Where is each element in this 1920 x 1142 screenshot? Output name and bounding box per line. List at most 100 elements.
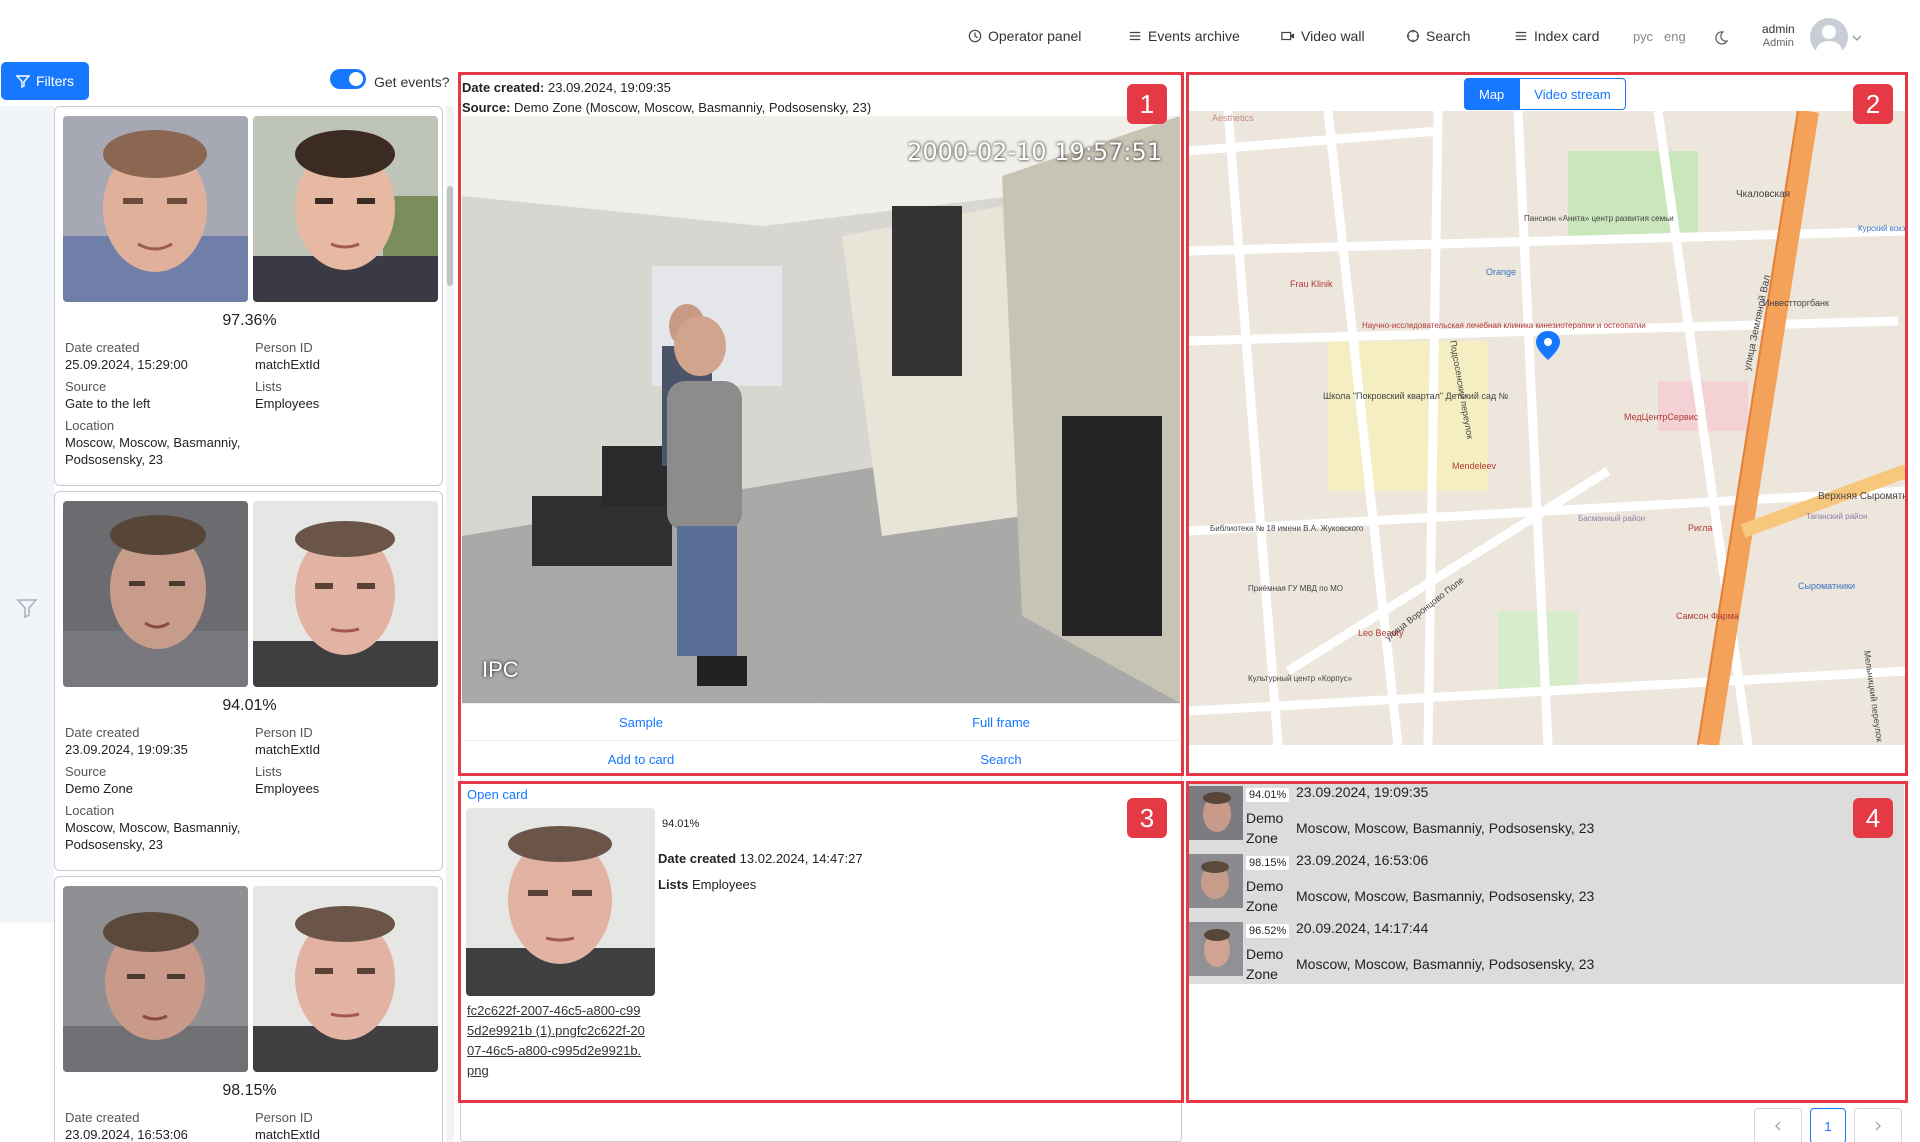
match-percent: 96.52%	[1246, 924, 1290, 938]
event-meta-right: Person ID matchExtId Lists Employees	[255, 339, 435, 412]
nav-index-card-label: Index card	[1534, 28, 1600, 44]
date-created-value: 23.09.2024, 16:53:06	[65, 1127, 188, 1142]
tab-video-stream[interactable]: Video stream	[1519, 78, 1626, 110]
nav-index-card[interactable]: Index card	[1514, 28, 1599, 44]
date-created-label: Date created	[65, 340, 140, 355]
location-value: Moscow, Moscow, Basmanniy, Podsosensky, …	[65, 435, 241, 467]
nav-video-wall[interactable]: Video wall	[1281, 28, 1365, 44]
person-id-value: matchExtId	[255, 357, 321, 372]
event-card[interactable]: 97.36% Date created 25.09.2024, 15:29:00…	[54, 106, 443, 486]
map-label: МедЦентрСервис	[1624, 412, 1699, 422]
event-thumbnail	[1189, 854, 1243, 908]
lang-ru[interactable]: рус	[1633, 29, 1653, 44]
next-page-button[interactable]	[1854, 1108, 1902, 1142]
map-label: Orange	[1486, 267, 1516, 277]
event-detail-header: Date created: 23.09.2024, 19:09:35 Sourc…	[462, 80, 872, 115]
source-value: Demo Zone	[65, 781, 133, 796]
add-to-card-button[interactable]: Add to card	[462, 740, 820, 777]
tab-map[interactable]: Map	[1464, 78, 1520, 110]
nav-search[interactable]: Search	[1406, 28, 1470, 44]
scrollbar-thumb[interactable]	[447, 186, 453, 286]
event-card[interactable]: 98.15% Date created 23.09.2024, 16:53:06…	[54, 876, 443, 1142]
map-label: Сыроматники	[1798, 581, 1855, 591]
map-label: Mendeleev	[1452, 461, 1497, 471]
face-snapshot	[63, 886, 248, 1072]
date-created-value: 13.02.2024, 14:47:27	[739, 851, 863, 866]
event-location: Moscow, Moscow, Basmanniy, Podsosensky, …	[1296, 820, 1595, 836]
nav-events-archive[interactable]: Events archive	[1128, 28, 1240, 44]
search-target-icon	[1406, 29, 1420, 43]
event-source: Demo Zone	[1246, 810, 1284, 846]
lists-value: Employees	[255, 396, 320, 411]
filters-button[interactable]: Filters	[1, 62, 89, 100]
panel-number-badge: 3	[1127, 798, 1167, 838]
open-card-link[interactable]: Open card	[467, 787, 528, 802]
event-thumbnail	[1189, 786, 1243, 840]
lists-label: Lists	[255, 764, 282, 779]
match-percent: 94.01%	[222, 697, 277, 714]
lang-en[interactable]: eng	[1664, 29, 1686, 44]
page-number-button[interactable]: 1	[1810, 1108, 1846, 1142]
list-item[interactable]: 96.52% 20.09.2024, 14:17:44 Demo Zone Mo…	[1188, 920, 1904, 988]
reference-photo	[253, 116, 438, 302]
lists-value: Employees	[255, 781, 320, 796]
event-date: 20.09.2024, 14:17:44	[1296, 920, 1429, 936]
chevron-down-icon[interactable]	[1852, 33, 1862, 43]
event-date: 23.09.2024, 16:53:06	[1296, 852, 1429, 868]
nav-search-label: Search	[1426, 28, 1471, 44]
match-percent: 94.01%	[1246, 788, 1290, 802]
event-list-scrollbar[interactable]	[446, 106, 454, 1142]
map-label: Инвестторгбанк	[1763, 298, 1829, 308]
map-label: Верхняя Сыромятническая	[1818, 491, 1906, 502]
map-view[interactable]: Aesthetics Чкаловская Пансион «Анита» це…	[1188, 111, 1906, 745]
event-thumbnail	[1189, 922, 1243, 976]
map-tabs: Map Video stream	[1464, 78, 1626, 110]
source-value: Demo Zone (Moscow, Moscow, Basmanniy, Po…	[514, 100, 872, 115]
user-role: Admin	[1762, 37, 1794, 49]
video-timestamp: 2000-02-10 19:57:51	[907, 138, 1162, 166]
sample-button[interactable]: Sample	[462, 703, 820, 740]
map-label: Ригла	[1688, 523, 1712, 533]
map-label: Библиотека № 18 имени В.А. Жуковского	[1210, 524, 1364, 533]
moon-icon[interactable]	[1713, 30, 1729, 46]
user-name: admin	[1762, 22, 1795, 36]
date-created-label: Date created	[462, 80, 541, 95]
source-label: Source	[65, 379, 107, 394]
event-location: Moscow, Moscow, Basmanniy, Podsosensky, …	[1296, 888, 1595, 904]
nav-operator-panel[interactable]: Operator panel	[968, 28, 1081, 44]
event-location: Moscow, Moscow, Basmanniy, Podsosensky, …	[1296, 956, 1595, 972]
map-label: Frau Klinik	[1290, 279, 1333, 289]
date-created-label: Date created	[658, 851, 737, 866]
card-photo	[466, 808, 655, 996]
event-card[interactable]: 94.01% Date created 23.09.2024, 19:09:35…	[54, 491, 443, 871]
lists-value: Employees	[691, 877, 757, 892]
map-label: Культурный центр «Корпус»	[1248, 674, 1353, 683]
list-item[interactable]: 94.01% 23.09.2024, 19:09:35 Demo Zone Mo…	[1188, 784, 1904, 852]
location-label: Location	[65, 418, 115, 433]
video-camera-icon	[1281, 31, 1295, 41]
full-frame-button[interactable]: Full frame	[822, 703, 1180, 740]
map-label: Приёмная ГУ МВД по МО	[1248, 584, 1343, 593]
card-file-link[interactable]: fc2c622f-2007-46c5-a800-c995d2e9921b (1)…	[467, 1001, 647, 1081]
match-percent: 97.36%	[222, 312, 277, 329]
map-label: Чкаловская	[1736, 189, 1790, 200]
date-created-value: 23.09.2024, 19:09:35	[548, 80, 671, 95]
list-item[interactable]: 98.15% 23.09.2024, 16:53:06 Demo Zone Mo…	[1188, 852, 1904, 920]
face-snapshot	[63, 116, 248, 302]
event-meta-right: Person ID matchExtId	[255, 1109, 435, 1142]
prev-page-button[interactable]	[1754, 1108, 1802, 1142]
user-info: admin Admin	[1762, 22, 1795, 50]
clock-icon	[968, 29, 982, 43]
filter-icon[interactable]	[16, 597, 38, 619]
event-source: Demo Zone	[1246, 946, 1284, 982]
search-button[interactable]: Search	[822, 740, 1180, 777]
get-events-toggle[interactable]	[330, 69, 366, 89]
map-label: Таганский район	[1806, 512, 1867, 521]
nav-events-archive-label: Events archive	[1148, 28, 1240, 44]
date-created-value: 23.09.2024, 19:09:35	[65, 742, 188, 757]
person-id-value: matchExtId	[255, 742, 321, 757]
face-snapshot	[63, 501, 248, 687]
reference-photo	[253, 886, 438, 1072]
avatar[interactable]	[1810, 18, 1848, 56]
person-id-label: Person ID	[255, 340, 313, 355]
